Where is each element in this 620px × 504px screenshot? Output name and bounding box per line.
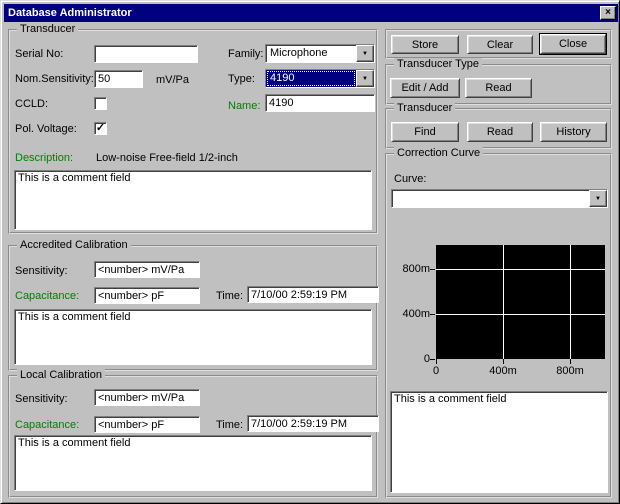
accredited-calibration-group: Accredited Calibration Sensitivity: Capa… <box>8 245 378 371</box>
accredited-capacitance-input[interactable] <box>94 287 200 304</box>
correction-curve-comment-field[interactable]: This is a comment field <box>390 391 608 493</box>
pol-voltage-checkbox[interactable]: ✓ <box>94 122 107 135</box>
close-icon[interactable]: × <box>600 6 616 20</box>
type-select[interactable]: 4190 ▼ <box>265 69 375 88</box>
serial-no-label: Serial No: <box>15 48 63 60</box>
local-capacitance-input[interactable] <box>94 416 200 433</box>
x-tick-label: 400m <box>483 365 523 377</box>
main-actions-group: Store Clear Close <box>385 29 612 59</box>
nom-sensitivity-unit: mV/Pa <box>156 74 189 86</box>
serial-no-input[interactable] <box>94 45 198 63</box>
correction-curve-plot <box>436 245 605 359</box>
local-sensitivity-label: Sensitivity: <box>15 393 68 405</box>
local-sensitivity-input[interactable] <box>94 389 200 406</box>
accredited-sensitivity-label: Sensitivity: <box>15 265 68 277</box>
y-tick-label: 800m <box>388 263 430 275</box>
database-administrator-window: Database Administrator × Transducer Seri… <box>0 0 620 504</box>
transducer-group: Transducer Serial No: Family: Microphone… <box>8 29 378 234</box>
chevron-down-icon[interactable]: ▼ <box>356 70 374 87</box>
x-tickmark <box>570 359 571 364</box>
ccld-label: CCLD: <box>15 98 48 110</box>
y-tickmark <box>430 269 435 270</box>
close-button[interactable]: Close <box>540 34 606 54</box>
description-label: Description: <box>15 152 73 164</box>
family-select[interactable]: Microphone ▼ <box>265 44 375 63</box>
pol-voltage-label: Pol. Voltage: <box>15 123 77 135</box>
x-gridline <box>503 245 504 359</box>
type-value: 4190 <box>266 70 356 87</box>
name-label: Name: <box>228 100 260 112</box>
accredited-time-label: Time: <box>216 290 243 302</box>
x-tickmark <box>436 359 437 364</box>
local-calibration-group-label: Local Calibration <box>17 369 105 381</box>
accredited-sensitivity-input[interactable] <box>94 261 200 278</box>
transducer-group-label: Transducer <box>17 23 78 35</box>
name-input[interactable] <box>265 94 375 112</box>
transducer-type-read-button[interactable]: Read <box>465 78 532 98</box>
clear-button[interactable]: Clear <box>467 35 533 54</box>
family-value: Microphone <box>266 45 356 62</box>
transducer-read-button[interactable]: Read <box>467 122 533 142</box>
local-calibration-group: Local Calibration Sensitivity: Capacitan… <box>8 375 378 498</box>
y-tick-label: 400m <box>388 308 430 320</box>
accredited-calibration-group-label: Accredited Calibration <box>17 239 131 251</box>
transducer-comment-field[interactable]: This is a comment field <box>14 170 372 230</box>
x-tick-label: 0 <box>416 365 456 377</box>
chevron-down-icon[interactable]: ▼ <box>356 45 374 62</box>
accredited-capacitance-label: Capacitance: <box>15 290 79 302</box>
ccld-checkbox[interactable] <box>94 97 107 110</box>
y-tick-label: 0 <box>388 353 430 365</box>
correction-curve-group: Correction Curve Curve: ▼ 0400m800m0400m… <box>385 153 612 498</box>
find-button[interactable]: Find <box>391 122 459 142</box>
family-label: Family: <box>228 48 263 60</box>
y-gridline <box>436 269 605 270</box>
transducer-type-group: Transducer Type Edit / Add Read <box>385 64 612 105</box>
local-capacitance-label: Capacitance: <box>15 419 79 431</box>
edit-add-button[interactable]: Edit / Add <box>390 78 460 98</box>
transducer-actions-group: Transducer Find Read History <box>385 108 612 149</box>
local-time-input[interactable] <box>247 415 379 432</box>
accredited-comment-field[interactable]: This is a comment field <box>14 309 372 365</box>
store-button[interactable]: Store <box>391 35 459 54</box>
history-button[interactable]: History <box>540 122 607 142</box>
local-time-label: Time: <box>216 419 243 431</box>
local-comment-field[interactable]: This is a comment field <box>14 435 372 491</box>
transducer-actions-group-label: Transducer <box>394 102 455 114</box>
y-tickmark <box>430 314 435 315</box>
y-tickmark <box>430 359 435 360</box>
window-title: Database Administrator <box>8 7 132 19</box>
x-tick-label: 800m <box>550 365 590 377</box>
nom-sensitivity-input[interactable] <box>94 70 143 88</box>
title-bar[interactable]: Database Administrator × <box>4 4 618 22</box>
transducer-type-group-label: Transducer Type <box>394 58 482 70</box>
type-label: Type: <box>228 73 255 85</box>
nom-sensitivity-label: Nom.Sensitivity: <box>15 73 94 85</box>
x-gridline <box>570 245 571 359</box>
description-value: Low-noise Free-field 1/2-inch <box>96 152 238 164</box>
x-tickmark <box>503 359 504 364</box>
y-gridline <box>436 314 605 315</box>
accredited-time-input[interactable] <box>247 286 379 303</box>
